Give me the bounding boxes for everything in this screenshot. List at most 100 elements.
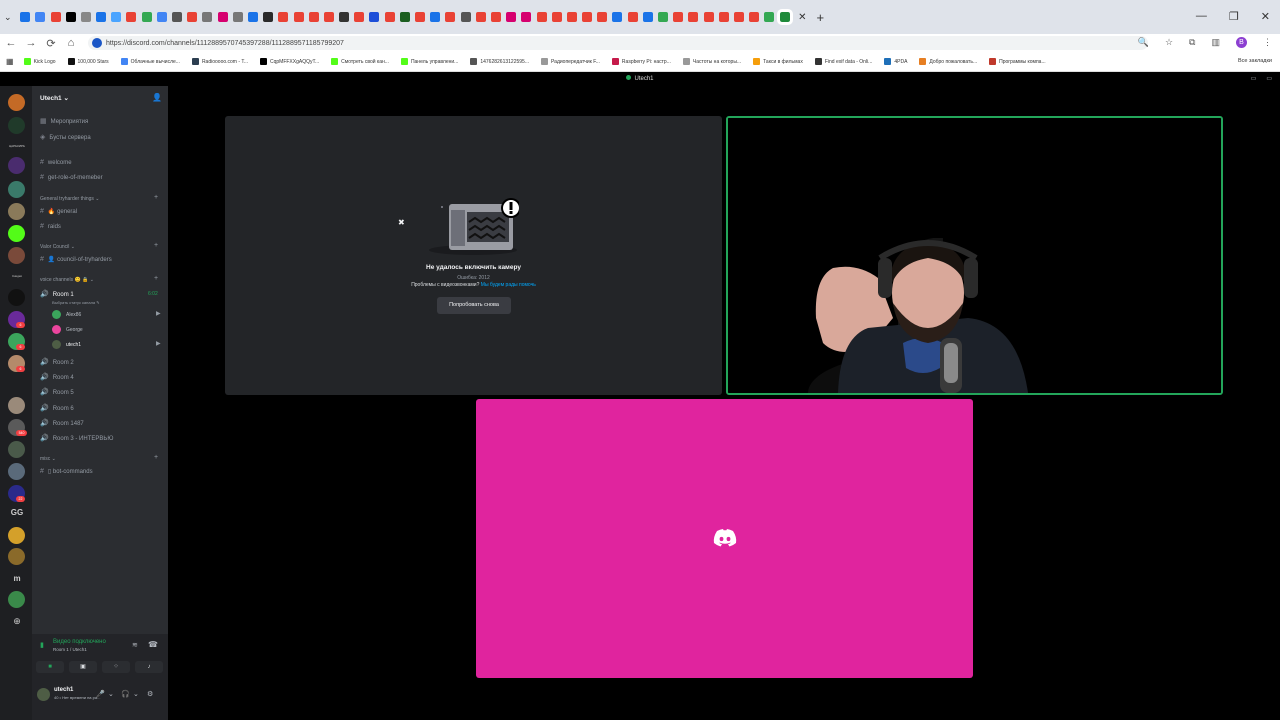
bookmark-item[interactable]: Raspberry Pi: настр... [611,58,671,65]
add-server-icon[interactable]: ⊕ [4,616,30,627]
channel-council[interactable]: # 👤 council-of-tryharders [40,256,112,263]
stake-server-icon[interactable] [8,289,25,306]
server-icon[interactable] [8,117,25,134]
reload-icon[interactable]: ⟳ [42,37,60,50]
browser-tab-favicon[interactable] [278,12,289,22]
minimize-icon[interactable]: — [1196,10,1207,23]
browser-tab-favicon[interactable] [673,12,684,22]
browser-tab-favicon[interactable] [80,12,91,22]
channel-get-role[interactable]: # get-role-of-memeber [40,174,103,181]
server-icon[interactable] [8,247,25,264]
channel-raids[interactable]: # raids [40,223,61,230]
category-misc[interactable]: misc ⌄ [40,456,56,462]
close-window-icon[interactable]: ✕ [1261,10,1270,23]
bookmark-item[interactable]: Такси в фильмах [753,58,803,65]
back-icon[interactable]: ← [2,37,20,49]
sidepanel-icon[interactable]: ▥ [1211,37,1220,48]
voice-status[interactable]: Видео подключено [53,639,106,645]
browser-tab-favicon[interactable] [460,12,471,22]
browser-tab-favicon[interactable] [141,12,152,22]
browser-tab-favicon[interactable] [156,12,167,22]
server-icon[interactable] [8,203,25,220]
bookmark-star-icon[interactable]: ☆ [1165,37,1173,48]
browser-tab-favicon[interactable] [65,12,76,22]
chevron-down-icon[interactable]: ⌄ [108,690,114,698]
m-server-icon[interactable]: m [4,574,30,583]
all-bookmarks-button[interactable]: Все закладки [1238,58,1272,64]
browser-tab-favicon[interactable] [703,12,714,22]
avatar[interactable] [37,688,50,701]
bookmark-item[interactable]: Программы компа... [989,58,1046,65]
bookmark-item[interactable]: Радиопередатчик F... [541,58,600,65]
voice-channel[interactable]: 🔊 Room 6 [40,404,74,412]
bookmark-item[interactable]: Kick Logo [23,58,56,65]
server-icon[interactable] [8,463,25,480]
bookmark-item[interactable]: Панель управлени... [400,58,458,65]
browser-tab-favicon[interactable] [521,12,532,22]
screen-share-button[interactable]: ▣ [69,661,97,673]
browser-tab-favicon[interactable] [247,12,258,22]
bookmark-item[interactable]: 4PDA [884,58,907,65]
signal-icon[interactable]: ▮ [40,641,44,649]
browser-tab-favicon[interactable] [20,12,31,22]
browser-tab-favicon[interactable] [536,12,547,22]
help-icon[interactable]: ▭ [1266,75,1272,82]
browser-tab-favicon[interactable] [308,12,319,22]
bookmark-item[interactable]: Radiooooo.com - T... [191,58,248,65]
webcam-video-tile[interactable] [726,116,1223,395]
channel-general[interactable]: # 🔥 general [40,208,77,215]
disconnect-icon[interactable]: ☎ [148,640,158,649]
voice-user[interactable]: Alex86 [52,310,81,319]
voice-channel[interactable]: 🔊 Room 3 - ИНТЕРВЬЮ [40,434,113,442]
voice-channel[interactable]: 🔊 Room 1487 [40,419,84,427]
browser-tab-favicon[interactable] [597,12,608,22]
browser-tab-favicon[interactable] [354,12,365,22]
voice-channel[interactable]: 🔊 Room 4 [40,373,74,381]
bookmark-item[interactable]: Смотреть свой кан... [331,58,389,65]
home-icon[interactable]: ⌂ [62,37,80,49]
voice-channel[interactable]: 🔊 Room 2 [40,358,74,366]
site-info-icon[interactable] [92,38,102,48]
microphone-icon[interactable]: 🎤 [96,690,105,698]
server-icon[interactable] [8,181,25,198]
browser-tab-favicon[interactable] [232,12,243,22]
channel-welcome[interactable]: # welcome [40,159,72,166]
bookmark-item[interactable]: Облачные вычисле... [120,58,180,65]
server-icon[interactable] [8,591,25,608]
browser-tab-favicon[interactable] [293,12,304,22]
voice-channel[interactable]: 🔊 Room 5 [40,388,74,396]
voice-user[interactable]: utech1 [52,340,81,349]
noise-suppression-icon[interactable]: ≋ [132,641,138,649]
browser-tab-favicon[interactable] [764,12,775,22]
browser-tab-favicon[interactable] [126,12,137,22]
new-tab-icon[interactable]: + [817,10,825,25]
gear-icon[interactable]: ⚙ [147,690,153,698]
bookmark-item[interactable]: Добро пожаловать... [919,58,977,65]
browser-tab-favicon[interactable] [776,9,793,25]
browser-tab-favicon[interactable] [96,12,107,22]
browser-tab-favicon[interactable] [582,12,593,22]
voice-channel-room-1[interactable]: 🔊 Room 1 [40,290,74,298]
activities-button[interactable]: ⁘ [102,661,130,673]
tab-search-icon[interactable]: ⌄ [4,12,12,23]
retry-button[interactable]: Попробовать снова [437,297,511,314]
browser-tab-favicon[interactable] [111,12,122,22]
apps-icon[interactable]: ▦ [6,57,14,66]
browser-tab-favicon[interactable] [187,12,198,22]
bookmark-item[interactable]: 1476282613122595... [470,58,529,65]
browser-tab-favicon[interactable] [688,12,699,22]
add-channel-icon[interactable]: + [154,242,158,249]
forward-icon[interactable]: → [22,37,40,49]
add-channel-icon[interactable]: + [154,275,158,282]
inbox-icon[interactable]: ▭ [1251,75,1257,82]
add-channel-icon[interactable]: + [154,454,158,461]
browser-tab-favicon[interactable] [50,12,61,22]
browser-tab-favicon[interactable] [263,12,274,22]
server-icon[interactable] [8,441,25,458]
browser-tab-favicon[interactable] [551,12,562,22]
server-icon[interactable] [8,157,25,174]
browser-tab-favicon[interactable] [399,12,410,22]
category-voice-channels[interactable]: voice channels 😊 🔒 ⌄ [40,277,94,283]
boosts-item[interactable]: ◈ Бусты сервера [40,133,91,141]
bookmark-item[interactable]: 100,000 Stars [67,58,109,65]
